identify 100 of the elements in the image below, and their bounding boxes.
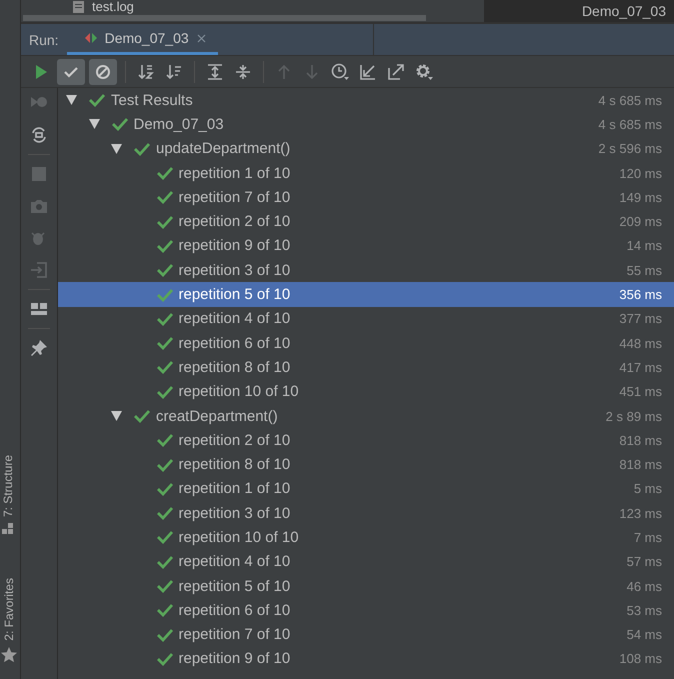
test-duration: 356 ms (619, 287, 662, 302)
sort-alphabetical-icon[interactable] (137, 62, 155, 80)
check-icon (156, 506, 172, 520)
clock-icon[interactable] (331, 62, 349, 80)
settings-icon[interactable] (415, 62, 433, 80)
check-icon (156, 628, 172, 642)
test-duration: 448 ms (619, 336, 662, 351)
test-duration: 46 ms (626, 578, 662, 594)
test-duration: 123 ms (619, 506, 662, 521)
tree-row[interactable]: repetition 7 of 10 149 ms (58, 185, 674, 210)
tree-row[interactable]: repetition 9 of 10 108 ms (58, 646, 674, 672)
check-icon (156, 336, 172, 350)
test-name: creatDepartment() (156, 408, 278, 424)
test-duration: 818 ms (619, 432, 662, 448)
test-duration: 14 ms (626, 238, 662, 254)
test-duration: 818 ms (619, 457, 662, 472)
check-icon (156, 384, 172, 399)
scrollbar[interactable] (23, 15, 426, 21)
expand-triangle-icon[interactable] (66, 95, 77, 106)
check-icon (156, 554, 172, 569)
test-duration: 53 ms (626, 602, 662, 618)
test-name: repetition 10 of 10 (178, 383, 299, 400)
expand-triangle-icon[interactable] (111, 411, 122, 421)
test-duration: 7 ms (634, 530, 662, 545)
check-icon (156, 190, 172, 204)
test-name: repetition 6 of 10 (178, 602, 290, 619)
tree-row[interactable]: repetition 3 of 10 123 ms (58, 501, 674, 526)
test-name: repetition 8 of 10 (178, 456, 290, 474)
pin-icon[interactable] (30, 339, 48, 357)
cycle-icon[interactable] (30, 126, 48, 144)
tree-row[interactable]: repetition 5 of 10 46 ms (58, 574, 674, 598)
tree-row[interactable]: updateDepartment() 2 s 596 ms (58, 136, 674, 161)
tree-row[interactable]: Demo_07_03 4 s 685 ms (58, 112, 674, 137)
test-name: repetition 9 of 10 (178, 650, 290, 668)
close-icon[interactable] (196, 34, 206, 42)
run-tab[interactable]: Demo_07_03 (66, 24, 218, 55)
tree-row[interactable]: repetition 8 of 10 417 ms (58, 355, 674, 380)
test-duration: 451 ms (619, 384, 662, 400)
check-icon (156, 579, 172, 594)
check-icon (134, 142, 150, 156)
check-icon (156, 166, 172, 180)
tool-window-label[interactable]: 7: Structure (1, 455, 15, 518)
show-passed-toggle[interactable] (57, 58, 85, 84)
check-icon (134, 409, 150, 423)
test-duration: 149 ms (619, 190, 662, 205)
tree-row[interactable]: repetition 8 of 10 818 ms (58, 452, 674, 477)
tree-row[interactable]: repetition 3 of 10 55 ms (58, 258, 674, 282)
tool-window-label[interactable]: 2: Favorites (2, 578, 16, 641)
test-name: repetition 7 of 10 (178, 626, 290, 644)
no-entry-icon (95, 64, 111, 80)
editor-title: Demo_07_03 (582, 3, 666, 19)
check-icon (156, 433, 172, 448)
tree-row[interactable]: repetition 4 of 10 377 ms (58, 306, 674, 331)
layout-icon[interactable] (30, 300, 48, 318)
check-icon (156, 263, 172, 278)
tree-row[interactable]: repetition 10 of 10 451 ms (58, 380, 674, 404)
tree-row[interactable]: repetition 6 of 10 448 ms (58, 330, 674, 356)
collapse-all-icon[interactable] (234, 62, 252, 80)
test-duration: 54 ms (626, 627, 662, 642)
test-name: repetition 10 of 10 (178, 528, 299, 546)
tree-row[interactable]: repetition 6 of 10 53 ms (58, 598, 674, 623)
test-duration: 55 ms (626, 262, 662, 278)
export-icon[interactable] (387, 62, 405, 80)
file-tab[interactable]: test.log (92, 0, 134, 14)
check-icon (156, 458, 172, 472)
expand-triangle-icon[interactable] (88, 119, 100, 130)
tree-row[interactable]: repetition 4 of 10 57 ms (58, 550, 674, 574)
test-duration: 2 s 596 ms (598, 141, 662, 156)
check-icon (156, 288, 172, 302)
tree-row[interactable]: repetition 2 of 10 209 ms (58, 209, 674, 234)
tree-row[interactable]: repetition 1 of 10 120 ms (58, 160, 674, 186)
test-name: repetition 4 of 10 (178, 310, 290, 328)
star-icon (1, 646, 17, 663)
structure-icon (2, 523, 14, 536)
expand-all-icon[interactable] (206, 62, 224, 80)
sort-duration-icon[interactable] (165, 62, 183, 80)
check-icon (156, 360, 172, 374)
test-duration: 5 ms (634, 481, 662, 496)
check-icon (112, 117, 128, 132)
check-icon (156, 312, 172, 326)
show-ignored-toggle[interactable] (89, 58, 117, 84)
expand-triangle-icon[interactable] (111, 144, 122, 154)
check-icon (156, 530, 172, 544)
test-duration: 108 ms (619, 651, 662, 666)
tree-row[interactable]: creatDepartment() 2 s 89 ms (58, 404, 674, 428)
tree-row[interactable]: repetition 9 of 10 14 ms (58, 234, 674, 258)
tree-row[interactable]: Test Results 4 s 685 ms (58, 88, 674, 112)
check-icon (89, 93, 105, 108)
test-name: Demo_07_03 (134, 116, 224, 133)
test-name: repetition 6 of 10 (178, 334, 290, 352)
test-name: repetition 9 of 10 (178, 237, 290, 254)
test-duration: 120 ms (619, 166, 662, 181)
tree-row[interactable]: repetition 7 of 10 54 ms (58, 622, 674, 647)
tree-row[interactable]: repetition 1 of 10 5 ms (58, 476, 674, 502)
import-icon[interactable] (359, 62, 377, 80)
tree-row[interactable]: repetition 2 of 10 818 ms (58, 428, 674, 452)
tree-row[interactable]: repetition 10 of 10 7 ms (58, 525, 674, 550)
test-name: repetition 2 of 10 (178, 432, 290, 449)
tree-row[interactable]: repetition 5 of 10 356 ms (58, 282, 674, 307)
test-name: repetition 3 of 10 (178, 262, 290, 279)
